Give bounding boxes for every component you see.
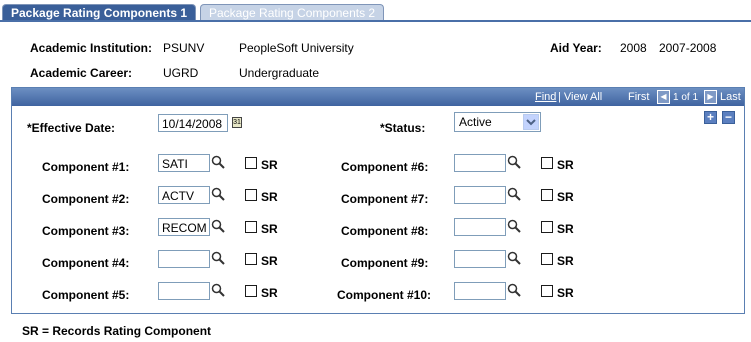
magnifier-icon[interactable] [211,219,225,233]
component-6-input[interactable] [454,154,506,172]
last-label: Last [720,91,741,103]
plus-icon[interactable]: + [704,111,717,124]
grid-nav-bar: Find | View All First ◀ 1 of 1 ▶ Last [12,88,744,106]
magnifier-icon[interactable] [507,283,521,297]
aid-year-label: Aid Year: [550,41,602,55]
magnifier-icon[interactable] [507,251,521,265]
chevron-down-icon[interactable] [523,114,539,130]
component-3-input[interactable]: RECOM [158,218,210,236]
magnifier-icon[interactable] [211,251,225,265]
component-2-input[interactable]: ACTV [158,186,210,204]
career-label: Academic Career: [30,66,133,80]
effective-date-label: *Effective Date: [27,121,116,135]
sr-label: SR [261,286,278,300]
magnifier-icon[interactable] [507,219,521,233]
sr-footnote: SR = Records Rating Component [22,324,212,338]
institution-label: Academic Institution: [30,41,153,55]
component-6-label: Component #6: [341,160,429,174]
component-8-label: Component #8: [341,224,429,238]
component-5-input[interactable] [158,282,210,300]
component-4-label: Component #4: [42,256,130,270]
sr-label: SR [261,222,278,236]
component-1-label: Component #1: [42,160,130,174]
tab-package-rating-components-1[interactable]: Package Rating Components 1 [2,4,197,21]
sr-checkbox-2[interactable] [245,189,257,201]
component-7-input[interactable] [454,186,506,204]
status-value: Active [459,115,492,129]
previous-icon[interactable]: ◀ [657,90,670,104]
component-4-input[interactable] [158,250,210,268]
component-1-input[interactable]: SATI [158,154,210,172]
status-select[interactable]: Active [454,112,541,132]
sr-label: SR [261,190,278,204]
effective-date-input[interactable]: 10/14/2008 [158,114,228,132]
sr-checkbox-5[interactable] [245,285,257,297]
component-9-label: Component #9: [341,256,429,270]
component-7-label: Component #7: [341,192,429,206]
component-5-label: Component #5: [42,288,130,302]
sr-label: SR [557,286,574,300]
career-code: UGRD [163,66,199,80]
sr-checkbox-10[interactable] [541,285,553,297]
aid-year: 2008 [620,41,647,55]
find-link[interactable]: Find [535,91,556,103]
view-all-link[interactable]: | View All [558,91,602,103]
institution-name: PeopleSoft University [239,41,354,55]
tab-underline [0,20,751,22]
magnifier-icon[interactable] [211,187,225,201]
calendar-icon[interactable]: 31 [232,117,242,128]
magnifier-icon[interactable] [211,155,225,169]
component-8-input[interactable] [454,218,506,236]
minus-icon[interactable]: − [722,111,735,124]
first-label: First [628,91,650,103]
sr-label: SR [557,158,574,172]
magnifier-icon[interactable] [507,187,521,201]
component-10-label: Component #10: [337,288,432,302]
sr-label: SR [261,254,278,268]
aid-year-desc: 2007-2008 [659,41,717,55]
component-9-input[interactable] [454,250,506,268]
sr-checkbox-4[interactable] [245,253,257,265]
sr-checkbox-1[interactable] [245,157,257,169]
sr-checkbox-7[interactable] [541,189,553,201]
sr-label: SR [261,158,278,172]
tab-package-rating-components-2[interactable]: Package Rating Components 2 [200,4,385,21]
sr-checkbox-3[interactable] [245,221,257,233]
sr-label: SR [557,190,574,204]
sr-checkbox-8[interactable] [541,221,553,233]
sr-checkbox-6[interactable] [541,157,553,169]
row-range: 1 of 1 [673,92,699,103]
component-10-input[interactable] [454,282,506,300]
institution-code: PSUNV [163,41,205,55]
sr-label: SR [557,222,574,236]
next-icon[interactable]: ▶ [704,90,717,104]
sr-label: SR [557,254,574,268]
sr-checkbox-9[interactable] [541,253,553,265]
component-2-label: Component #2: [42,192,130,206]
magnifier-icon[interactable] [507,155,521,169]
career-name: Undergraduate [239,66,320,80]
magnifier-icon[interactable] [211,283,225,297]
status-label: *Status: [380,121,426,135]
component-3-label: Component #3: [42,224,130,238]
